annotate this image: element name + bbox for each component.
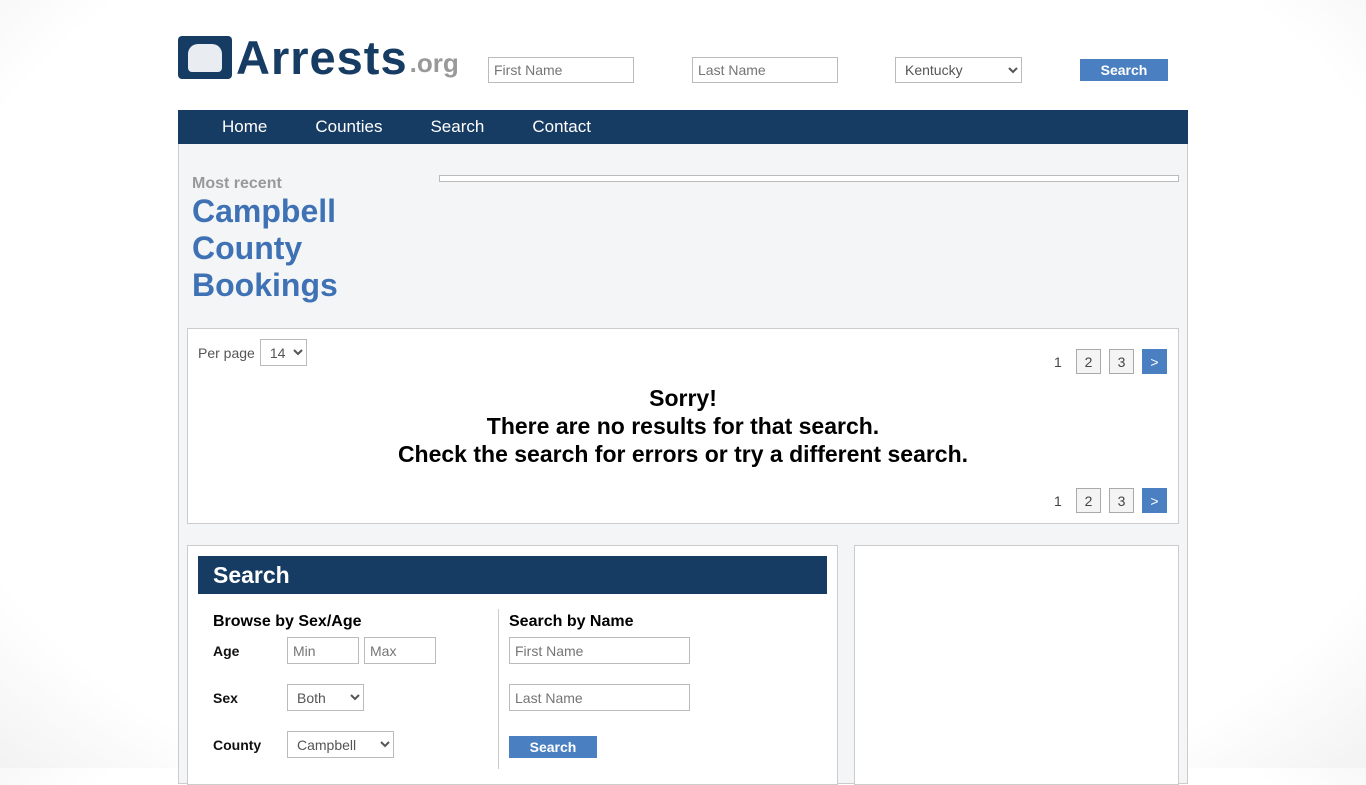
county-label: County — [213, 737, 262, 753]
ad-bar — [439, 175, 1179, 182]
page-1: 1 — [1054, 492, 1062, 509]
state-select[interactable]: Kentucky — [895, 57, 1022, 83]
ad-panel — [854, 545, 1179, 785]
per-page-select[interactable]: 14 — [259, 339, 307, 366]
header-search-button[interactable]: Search — [1080, 59, 1168, 81]
per-page-label: Per page — [198, 344, 255, 361]
nav-home[interactable]: Home — [222, 110, 267, 144]
sex-select[interactable]: Both — [287, 684, 364, 711]
page-3[interactable]: 3 — [1109, 488, 1134, 513]
nav-search[interactable]: Search — [430, 110, 484, 144]
page-3[interactable]: 3 — [1109, 349, 1134, 374]
age-min-input[interactable] — [287, 637, 359, 664]
search-by-name-heading: Search by Name — [509, 613, 634, 630]
last-name-input[interactable] — [509, 684, 690, 711]
county-select[interactable]: Campbell — [287, 731, 394, 758]
nav-counties[interactable]: Counties — [315, 110, 382, 144]
nav-bar: Home Counties Search Contact — [178, 110, 1188, 144]
pagination-bottom: 1 2 3 > — [1054, 488, 1167, 513]
header-first-name-input[interactable] — [488, 57, 634, 83]
browse-heading: Browse by Sex/Age — [213, 613, 362, 630]
page-2[interactable]: 2 — [1076, 488, 1101, 513]
page-2[interactable]: 2 — [1076, 349, 1101, 374]
header-last-name-input[interactable] — [692, 57, 838, 83]
first-name-input[interactable] — [509, 637, 690, 664]
next-page-button[interactable]: > — [1142, 349, 1167, 374]
next-page-button[interactable]: > — [1142, 488, 1167, 513]
page-1: 1 — [1054, 353, 1062, 370]
pagination-top: 1 2 3 > — [1054, 349, 1167, 374]
most-recent-label: Most recent — [192, 175, 282, 192]
page-title: Campbell County Bookings — [192, 193, 338, 303]
no-results-message: Sorry! There are no results for that sear… — [397, 385, 969, 467]
search-heading: Search — [198, 556, 827, 594]
handcuffs-logo-icon — [178, 36, 232, 79]
logo[interactable]: Arrests .org — [178, 34, 459, 81]
age-label: Age — [213, 643, 240, 659]
age-max-input[interactable] — [364, 637, 436, 664]
nav-contact[interactable]: Contact — [532, 110, 591, 144]
search-button[interactable]: Search — [509, 736, 597, 758]
divider — [498, 609, 499, 769]
sex-label: Sex — [213, 690, 238, 706]
